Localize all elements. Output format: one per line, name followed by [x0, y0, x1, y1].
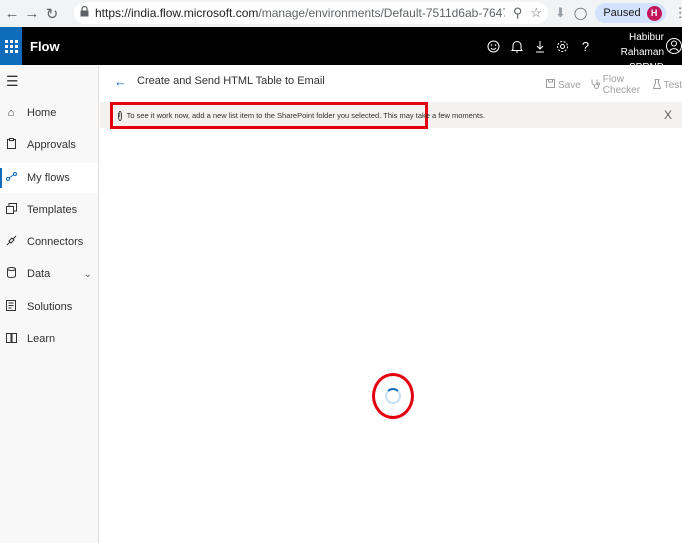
approvals-icon — [5, 138, 17, 152]
smiley-icon[interactable] — [482, 27, 505, 65]
command-bar: ← Create and Send HTML Table to Email Sa… — [100, 65, 682, 97]
flow-name: Create and Send HTML Table to Email — [137, 75, 325, 87]
message-text: To see it work now, add a new list item … — [126, 111, 485, 120]
nav-label: Learn — [27, 333, 56, 345]
solutions-icon — [5, 300, 17, 314]
url-path: /manage/environments/Default-7511d6ab-76… — [258, 6, 505, 20]
templates-icon — [5, 203, 17, 217]
flows-icon — [5, 172, 17, 184]
profile-button[interactable]: Paused H — [595, 3, 666, 23]
nav-label: Solutions — [27, 301, 73, 313]
chevron-down-icon[interactable]: ⌄ — [84, 269, 92, 280]
stethoscope-icon — [591, 79, 600, 92]
nav-label: Approvals — [27, 139, 76, 151]
nav-label: Home — [27, 107, 57, 119]
home-icon: ⌂ — [7, 107, 15, 119]
beaker-icon — [652, 78, 661, 92]
hamburger-icon[interactable]: ☰ — [6, 73, 19, 90]
app-launcher-icon[interactable] — [0, 27, 22, 65]
browser-menu-icon[interactable]: ⋮ — [674, 5, 682, 21]
nav-item-solutions[interactable]: Solutions — [0, 292, 98, 322]
loading-spinner-icon — [385, 388, 401, 404]
nav-item-learn[interactable]: Learn — [0, 324, 98, 354]
back-icon[interactable]: ← — [2, 4, 22, 24]
test-label: Test — [663, 79, 682, 91]
left-nav: ☰ ⌂ Home Approvals My flows Templates Co… — [0, 65, 99, 543]
nav-item-data[interactable]: Data ⌄ — [0, 259, 98, 289]
reload-icon[interactable]: ↻ — [42, 4, 62, 24]
connectors-icon — [5, 235, 17, 249]
info-message-bar: i To see it work now, add a new list ite… — [100, 102, 682, 129]
nav-item-connectors[interactable]: Connectors — [0, 227, 98, 257]
nav-label: Data — [27, 268, 51, 280]
profile-status: Paused — [603, 7, 641, 19]
lock-icon — [80, 5, 89, 20]
nav-label: Connectors — [27, 236, 84, 248]
flow-checker-button[interactable]: Flow Checker — [591, 74, 643, 96]
save-button[interactable]: Save — [546, 74, 581, 96]
url-host: https://india.flow.microsoft.com — [95, 6, 259, 20]
app-header: Flow ? Habibur Rahaman SPRND (default) — [0, 27, 682, 88]
nav-label: My flows — [27, 172, 70, 184]
url-text: https://india.flow.microsoft.com/manage/… — [95, 6, 505, 20]
save-icon — [546, 79, 555, 91]
test-button[interactable]: Test — [652, 74, 682, 96]
zoom-icon[interactable]: ⚲ — [513, 5, 523, 21]
nav-item-approvals[interactable]: Approvals — [0, 130, 98, 160]
bell-icon[interactable] — [505, 27, 528, 65]
learn-icon — [5, 332, 17, 346]
save-label: Save — [558, 79, 581, 91]
nav-label: Templates — [27, 204, 78, 216]
download-icon[interactable] — [528, 27, 551, 65]
user-name: Habibur Rahaman — [620, 32, 664, 58]
nav-item-my-flows[interactable]: My flows — [0, 163, 98, 193]
address-bar[interactable]: https://india.flow.microsoft.com/manage/… — [74, 2, 548, 24]
gear-icon[interactable] — [551, 27, 574, 65]
nav-item-templates[interactable]: Templates — [0, 195, 98, 225]
extension-circle-icon[interactable]: ◯ — [574, 6, 587, 20]
profile-avatar: H — [646, 5, 662, 21]
forward-icon[interactable]: → — [22, 4, 42, 24]
star-icon[interactable]: ☆ — [530, 5, 542, 21]
info-icon: i — [118, 110, 122, 121]
flow-checker-label: Flow Checker — [602, 74, 641, 96]
app-title[interactable]: Flow — [30, 39, 60, 54]
help-icon[interactable]: ? — [574, 27, 597, 65]
data-icon — [5, 267, 17, 281]
message-highlight-box: i To see it work now, add a new list ite… — [110, 102, 485, 129]
back-arrow-icon[interactable]: ← — [114, 74, 127, 89]
user-avatar-icon[interactable] — [666, 35, 682, 57]
download-extension-icon[interactable]: ⬇ — [555, 5, 566, 21]
close-icon[interactable]: X — [664, 108, 672, 122]
nav-item-home[interactable]: ⌂ Home — [0, 98, 98, 128]
